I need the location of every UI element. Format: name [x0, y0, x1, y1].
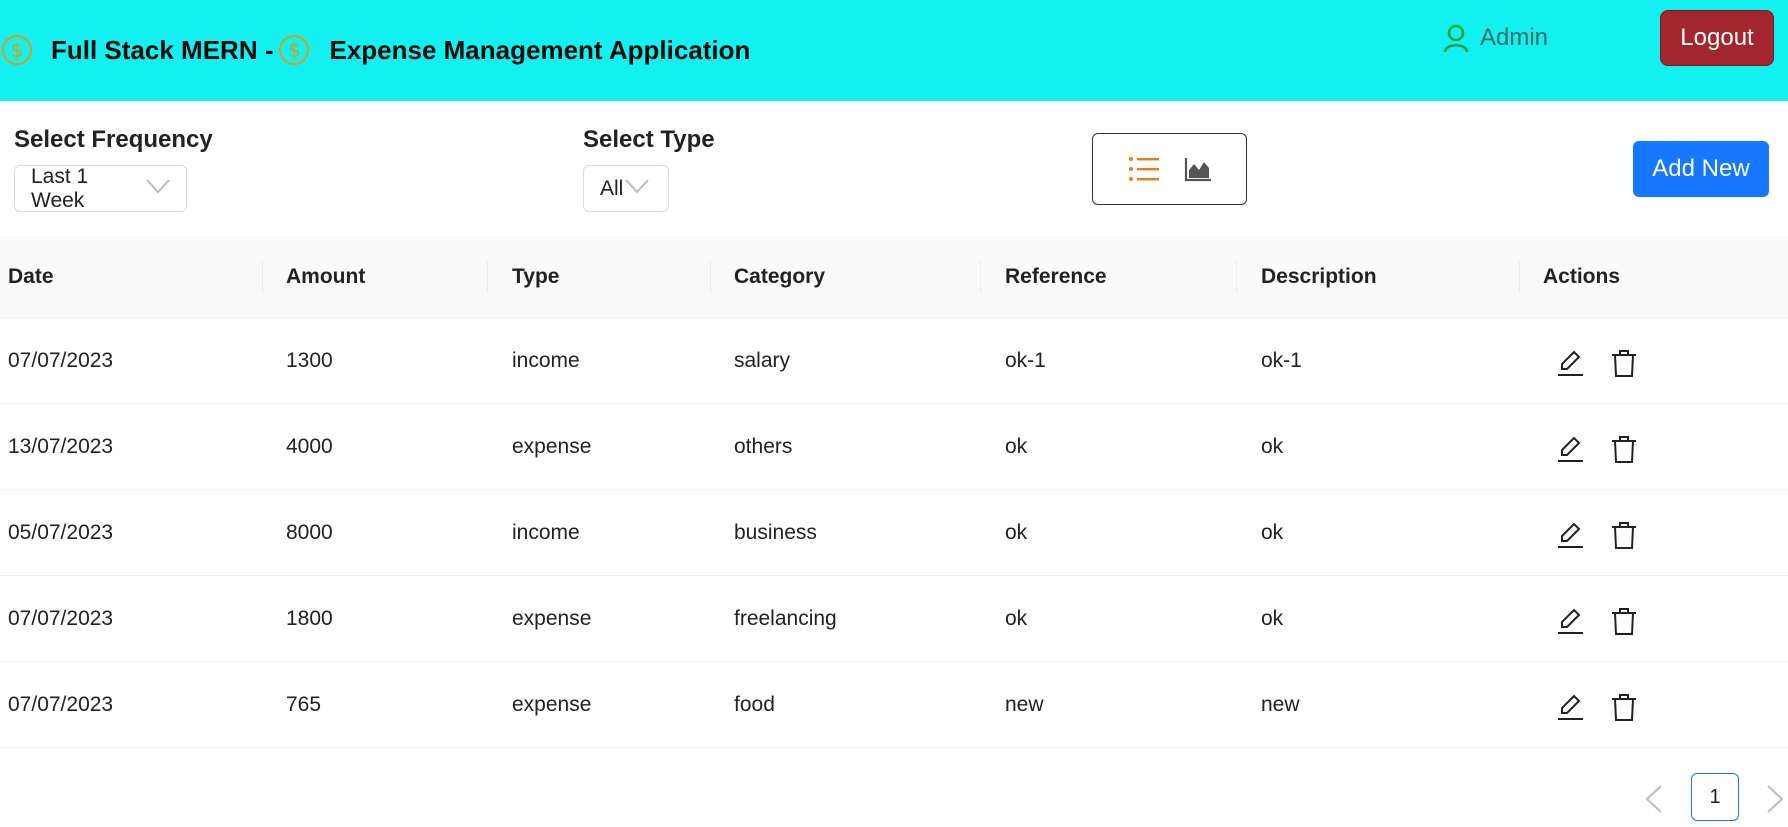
edit-icon[interactable] [1555, 606, 1585, 636]
column-header-actions: Actions [1543, 265, 1621, 288]
column-header-amount[interactable]: Amount [286, 236, 365, 318]
cell-category: business [734, 521, 817, 544]
chevron-down-icon [146, 177, 170, 200]
cell-date: 07/07/2023 [8, 693, 114, 716]
cell-type: income [512, 349, 580, 372]
cell-category: freelancing [734, 607, 837, 630]
column-divider [487, 261, 488, 293]
type-label: Select Type [583, 126, 715, 153]
table-header: Date Amount Type Category Reference Desc… [0, 236, 1788, 318]
column-divider [1236, 261, 1237, 293]
edit-icon[interactable] [1555, 692, 1585, 722]
table-row: 07/07/2023 1300 income salary ok-1 ok-1 [0, 318, 1788, 404]
cell-date: 07/07/2023 [8, 607, 114, 630]
view-toggle [1092, 133, 1247, 205]
delete-icon[interactable] [1609, 520, 1639, 550]
cell-reference: ok [1005, 607, 1028, 630]
cell-date: 05/07/2023 [8, 521, 114, 544]
column-divider [710, 261, 711, 293]
table-row: 13/07/2023 4000 expense others ok ok [0, 404, 1788, 490]
table-row: 07/07/2023 765 expense food new new [0, 662, 1788, 748]
table-body: 07/07/2023 1300 income salary ok-1 ok-1 … [0, 318, 1788, 748]
cell-date: 07/07/2023 [8, 349, 114, 372]
cell-category: salary [734, 349, 791, 372]
cell-category: food [734, 693, 775, 716]
chevron-left-icon[interactable] [1643, 784, 1665, 822]
cell-amount: 1300 [286, 349, 333, 372]
cell-description: ok [1261, 607, 1284, 630]
edit-icon[interactable] [1555, 434, 1585, 464]
delete-icon[interactable] [1609, 434, 1639, 464]
cell-reference: new [1005, 693, 1044, 716]
cell-reference: ok [1005, 435, 1028, 458]
column-header-category[interactable]: Category [734, 236, 825, 318]
cell-date: 13/07/2023 [8, 435, 114, 458]
column-header-type[interactable]: Type [512, 236, 559, 318]
cell-type: income [512, 521, 580, 544]
chevron-down-icon [625, 177, 650, 200]
column-divider [262, 261, 263, 293]
edit-icon[interactable] [1555, 520, 1585, 550]
unordered-list-icon[interactable] [1128, 155, 1160, 183]
transactions-table: Date Amount Type Category Reference Desc… [0, 236, 1788, 748]
table-row: 05/07/2023 8000 income business ok ok [0, 490, 1788, 576]
cell-description: ok [1261, 435, 1284, 458]
cell-amount: 8000 [286, 521, 333, 544]
delete-icon[interactable] [1609, 606, 1639, 636]
cell-amount: 1800 [286, 607, 333, 630]
delete-icon[interactable] [1609, 348, 1639, 378]
column-header-reference[interactable]: Reference [1005, 236, 1107, 318]
cell-description: ok [1261, 521, 1284, 544]
frequency-select[interactable]: Last 1 Week [14, 165, 187, 212]
cell-amount: 4000 [286, 435, 333, 458]
type-select-value: All [600, 176, 624, 200]
cell-type: expense [512, 435, 592, 458]
navbar: $ Full Stack MERN - $ Expense Management… [0, 0, 1788, 101]
dollar-coin-icon: $ [2, 35, 32, 65]
pagination-page-1[interactable]: 1 [1691, 773, 1739, 821]
add-new-button[interactable]: Add New [1633, 141, 1769, 197]
frequency-label: Select Frequency [14, 126, 213, 153]
type-select[interactable]: All [583, 165, 669, 212]
brand: $ Full Stack MERN - $ Expense Management… [0, 30, 750, 70]
column-header-date[interactable]: Date [8, 236, 54, 318]
cell-category: others [734, 435, 793, 458]
brand-title-part1: Full Stack MERN - [51, 34, 274, 65]
user-area: Admin [1442, 18, 1548, 58]
frequency-select-value: Last 1 Week [31, 164, 89, 212]
cell-description: new [1261, 693, 1300, 716]
logout-button[interactable]: Logout [1660, 10, 1774, 66]
delete-icon[interactable] [1609, 692, 1639, 722]
column-divider [980, 261, 981, 293]
column-header-description[interactable]: Description [1261, 236, 1377, 318]
chevron-right-icon[interactable] [1764, 784, 1786, 822]
area-chart-icon[interactable] [1184, 156, 1212, 182]
table-row: 07/07/2023 1800 expense freelancing ok o… [0, 576, 1788, 662]
user-icon [1442, 23, 1470, 53]
cell-type: expense [512, 693, 592, 716]
column-divider [1519, 261, 1520, 293]
cell-description: ok-1 [1261, 349, 1302, 372]
user-name: Admin [1479, 24, 1548, 51]
dollar-coin-icon: $ [279, 35, 310, 65]
cell-type: expense [512, 607, 592, 630]
cell-amount: 765 [286, 693, 322, 716]
cell-reference: ok-1 [1005, 349, 1046, 372]
edit-icon[interactable] [1555, 348, 1585, 378]
brand-title-part2: Expense Management Application [329, 34, 751, 65]
cell-reference: ok [1005, 521, 1028, 544]
